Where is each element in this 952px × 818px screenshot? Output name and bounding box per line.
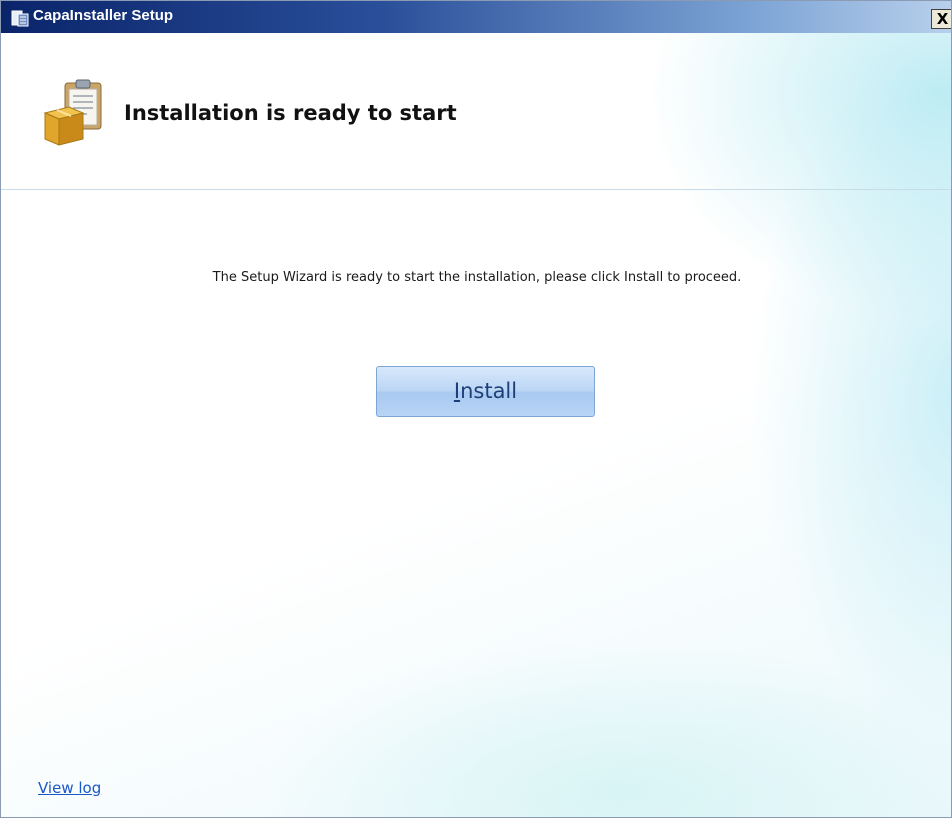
wizard-header: Installation is ready to start — [1, 33, 951, 190]
install-button[interactable]: Install — [376, 366, 595, 417]
setup-window: CapaInstaller Setup X Installation is re… — [0, 0, 952, 818]
wizard-content: Installation is ready to start The Setup… — [1, 33, 951, 817]
close-button[interactable]: X — [931, 9, 951, 29]
window-title: CapaInstaller Setup — [33, 7, 174, 24]
install-label-rest: nstall — [460, 379, 518, 403]
page-title: Installation is ready to start — [124, 101, 457, 125]
instruction-text: The Setup Wizard is ready to start the i… — [212, 270, 742, 285]
title-bar[interactable]: CapaInstaller Setup X — [1, 1, 951, 33]
view-log-link[interactable]: View log — [38, 779, 101, 797]
installer-app-icon — [11, 10, 29, 27]
package-clipboard-icon — [43, 79, 102, 146]
